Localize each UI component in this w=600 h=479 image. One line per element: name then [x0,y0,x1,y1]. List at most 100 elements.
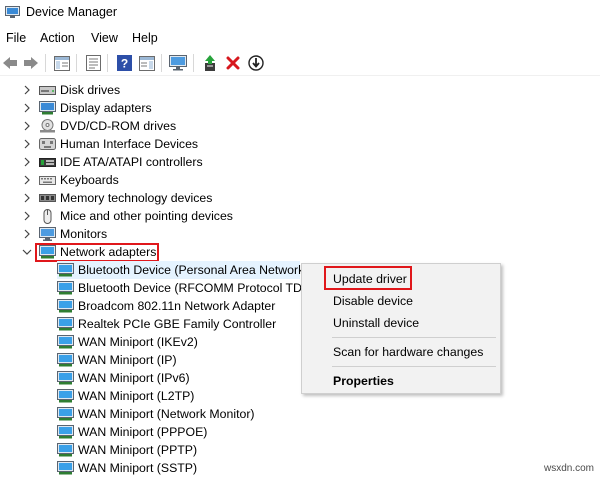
chevron-down-icon[interactable] [21,246,33,258]
tree-category-human-interface-devices[interactable]: Human Interface Devices [21,135,198,153]
tree-label: Monitors [60,227,108,241]
network-child-bluetooth-rfcomm[interactable]: Bluetooth Device (RFCOMM Protocol TDI) [57,279,309,297]
display-adapter-icon [39,101,56,116]
network-adapter-icon [57,425,74,440]
chevron-right-icon[interactable] [21,210,33,222]
network-child-bluetooth-pan[interactable]: Bluetooth Device (Personal Area Network) [57,261,308,279]
tree-category-dvd-cdrom-drives[interactable]: DVD/CD-ROM drives [21,117,176,135]
back-icon[interactable] [1,54,19,72]
toolbar-separator [193,54,194,72]
menu-separator [332,337,496,338]
device-tree: Disk drives Display adapters DVD/CD-ROM … [0,80,600,479]
network-child-wan-l2tp[interactable]: WAN Miniport (L2TP) [57,387,194,405]
ide-controller-icon [39,155,56,170]
title-bar: Device Manager [0,0,600,26]
show-hide-tree-icon[interactable] [53,54,71,72]
tree-label: Bluetooth Device (RFCOMM Protocol TDI) [78,281,310,295]
tree-label: Realtek PCIe GBE Family Controller [78,317,277,331]
chevron-right-icon[interactable] [21,192,33,204]
chevron-right-icon[interactable] [21,102,33,114]
tree-label: WAN Miniport (PPTP) [78,443,198,457]
network-child-wan-sstp[interactable]: WAN Miniport (SSTP) [57,459,197,477]
menu-view[interactable]: View [91,31,118,45]
network-adapter-icon [57,263,74,278]
tree-label: WAN Miniport (IP) [78,353,177,367]
tree-label: WAN Miniport (Network Monitor) [78,407,255,421]
tree-category-mice-and-other-pointing-devices[interactable]: Mice and other pointing devices [21,207,233,225]
tree-label: Disk drives [60,83,121,97]
properties-icon[interactable] [84,54,102,72]
network-adapter-icon [57,281,74,296]
network-child-wan-pppoe[interactable]: WAN Miniport (PPPOE) [57,423,207,441]
chevron-right-icon[interactable] [21,120,33,132]
network-adapter-icon [57,461,74,476]
toolbar-separator [76,54,77,72]
menu-action[interactable]: Action [40,31,75,45]
tree-label: Human Interface Devices [60,137,199,151]
network-adapter-icon [57,371,74,386]
tree-label: WAN Miniport (IPv6) [78,371,190,385]
network-adapter-icon [57,299,74,314]
update-driver-icon[interactable] [201,54,219,72]
network-adapter-icon [57,353,74,368]
tree-category-monitors[interactable]: Monitors [21,225,107,243]
network-adapter-icon [57,407,74,422]
disable-device-icon[interactable] [247,54,265,72]
menu-bar: File Action View Help [0,28,600,48]
menu-item-properties[interactable]: Properties [333,374,394,388]
network-adapter-icon [57,317,74,332]
memory-icon [39,191,56,206]
highlight-network-adapters [35,243,159,262]
tree-label: IDE ATA/ATAPI controllers [60,155,203,169]
action-pane-icon[interactable] [138,54,156,72]
chevron-right-icon[interactable] [21,84,33,96]
tree-label: WAN Miniport (IKEv2) [78,335,198,349]
chevron-right-icon[interactable] [21,138,33,150]
help-icon[interactable]: ? [115,54,133,72]
device-manager-icon [5,6,20,18]
tree-category-disk-drives[interactable]: Disk drives [21,81,120,99]
tree-category-display-adapters[interactable]: Display adapters [21,99,152,117]
menu-help[interactable]: Help [132,31,158,45]
tree-label: DVD/CD-ROM drives [60,119,177,133]
hid-icon [39,137,56,152]
toolbar-separator [107,54,108,72]
monitor-icon [39,227,56,242]
network-child-wan-ipv6[interactable]: WAN Miniport (IPv6) [57,369,190,387]
toolbar: ? [0,50,600,76]
network-child-wan-network-monitor[interactable]: WAN Miniport (Network Monitor) [57,405,255,423]
network-child-wan-ikev2[interactable]: WAN Miniport (IKEv2) [57,333,198,351]
uninstall-icon[interactable] [224,54,242,72]
watermark: wsxdn.com [543,463,594,474]
menu-separator [332,366,496,367]
network-child-broadcom[interactable]: Broadcom 802.11n Network Adapter [57,297,275,315]
network-child-wan-ip[interactable]: WAN Miniport (IP) [57,351,177,369]
network-adapter-icon [57,443,74,458]
network-adapter-icon [57,335,74,350]
tree-category-keyboards[interactable]: Keyboards [21,171,119,189]
svg-text:?: ? [120,57,127,71]
network-child-wan-pptp[interactable]: WAN Miniport (PPTP) [57,441,197,459]
tree-label: Mice and other pointing devices [60,209,233,223]
chevron-right-icon[interactable] [21,228,33,240]
tree-category-ide-ata-atapi-controllers[interactable]: IDE ATA/ATAPI controllers [21,153,203,171]
tree-label: WAN Miniport (PPPOE) [78,425,208,439]
forward-icon[interactable] [22,54,40,72]
tree-label: Bluetooth Device (Personal Area Network) [78,263,309,277]
menu-file[interactable]: File [6,31,26,45]
tree-label: WAN Miniport (L2TP) [78,389,195,403]
menu-item-scan-hardware-changes[interactable]: Scan for hardware changes [333,345,483,359]
tree-label: Keyboards [60,173,119,187]
menu-item-disable-device[interactable]: Disable device [333,294,413,308]
chevron-right-icon[interactable] [21,156,33,168]
network-adapter-icon [57,389,74,404]
highlight-update-driver [324,266,412,290]
tree-label: Memory technology devices [60,191,213,205]
mouse-icon [39,208,56,224]
chevron-right-icon[interactable] [21,174,33,186]
context-menu: Update driver Disable device Uninstall d… [301,263,501,394]
network-child-realtek[interactable]: Realtek PCIe GBE Family Controller [57,315,276,333]
tree-category-memory-technology-devices[interactable]: Memory technology devices [21,189,212,207]
menu-item-uninstall-device[interactable]: Uninstall device [333,316,419,330]
monitor-scan-icon[interactable] [169,54,187,72]
